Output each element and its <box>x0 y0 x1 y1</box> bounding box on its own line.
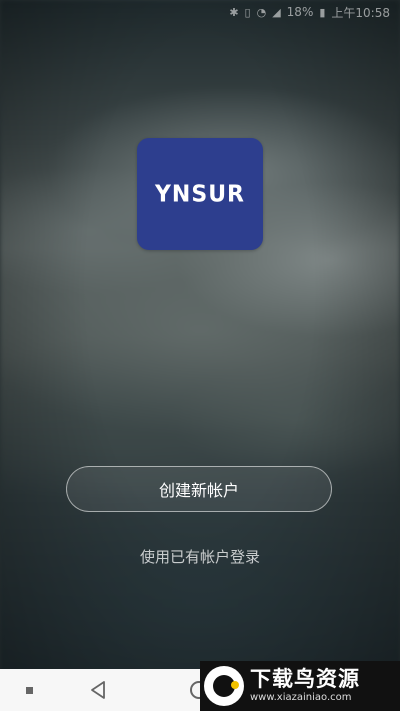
login-existing-account-link[interactable]: 使用已有帐户登录 <box>0 546 400 567</box>
battery-icon: ▮ <box>319 5 326 19</box>
vibrate-icon: ▯ <box>244 5 251 19</box>
watermark-title: 下载鸟资源 <box>250 667 360 692</box>
back-icon[interactable] <box>86 669 112 711</box>
status-time: 上午10:58 <box>331 5 390 20</box>
watermark-banner: 下载鸟资源 www.xiazainiao.com <box>200 661 400 711</box>
app-logo: YNSUR <box>137 138 263 250</box>
signal-icon: ◢ <box>272 5 281 19</box>
watermark-url: www.xiazainiao.com <box>250 691 352 703</box>
battery-percent: 18% <box>286 5 314 19</box>
wifi-off-icon: ◔ <box>256 5 267 19</box>
logo-text: YNSUR <box>155 180 245 208</box>
recent-apps-icon[interactable] <box>20 669 38 711</box>
create-account-button[interactable]: 创建新帐户 <box>66 466 332 512</box>
create-account-label: 创建新帐户 <box>158 481 239 500</box>
background-overlay <box>0 0 400 711</box>
status-bar: ✱ ▯ ◔ ◢ 18% ▮ 上午10:58 <box>0 0 400 24</box>
login-link-label: 使用已有帐户登录 <box>139 548 260 566</box>
bluetooth-icon: ✱ <box>229 5 239 19</box>
app-screen: ✱ ▯ ◔ ◢ 18% ▮ 上午10:58 YNSUR 创建新帐户 使用已有帐户… <box>0 0 400 711</box>
bird-logo-icon <box>204 666 244 706</box>
